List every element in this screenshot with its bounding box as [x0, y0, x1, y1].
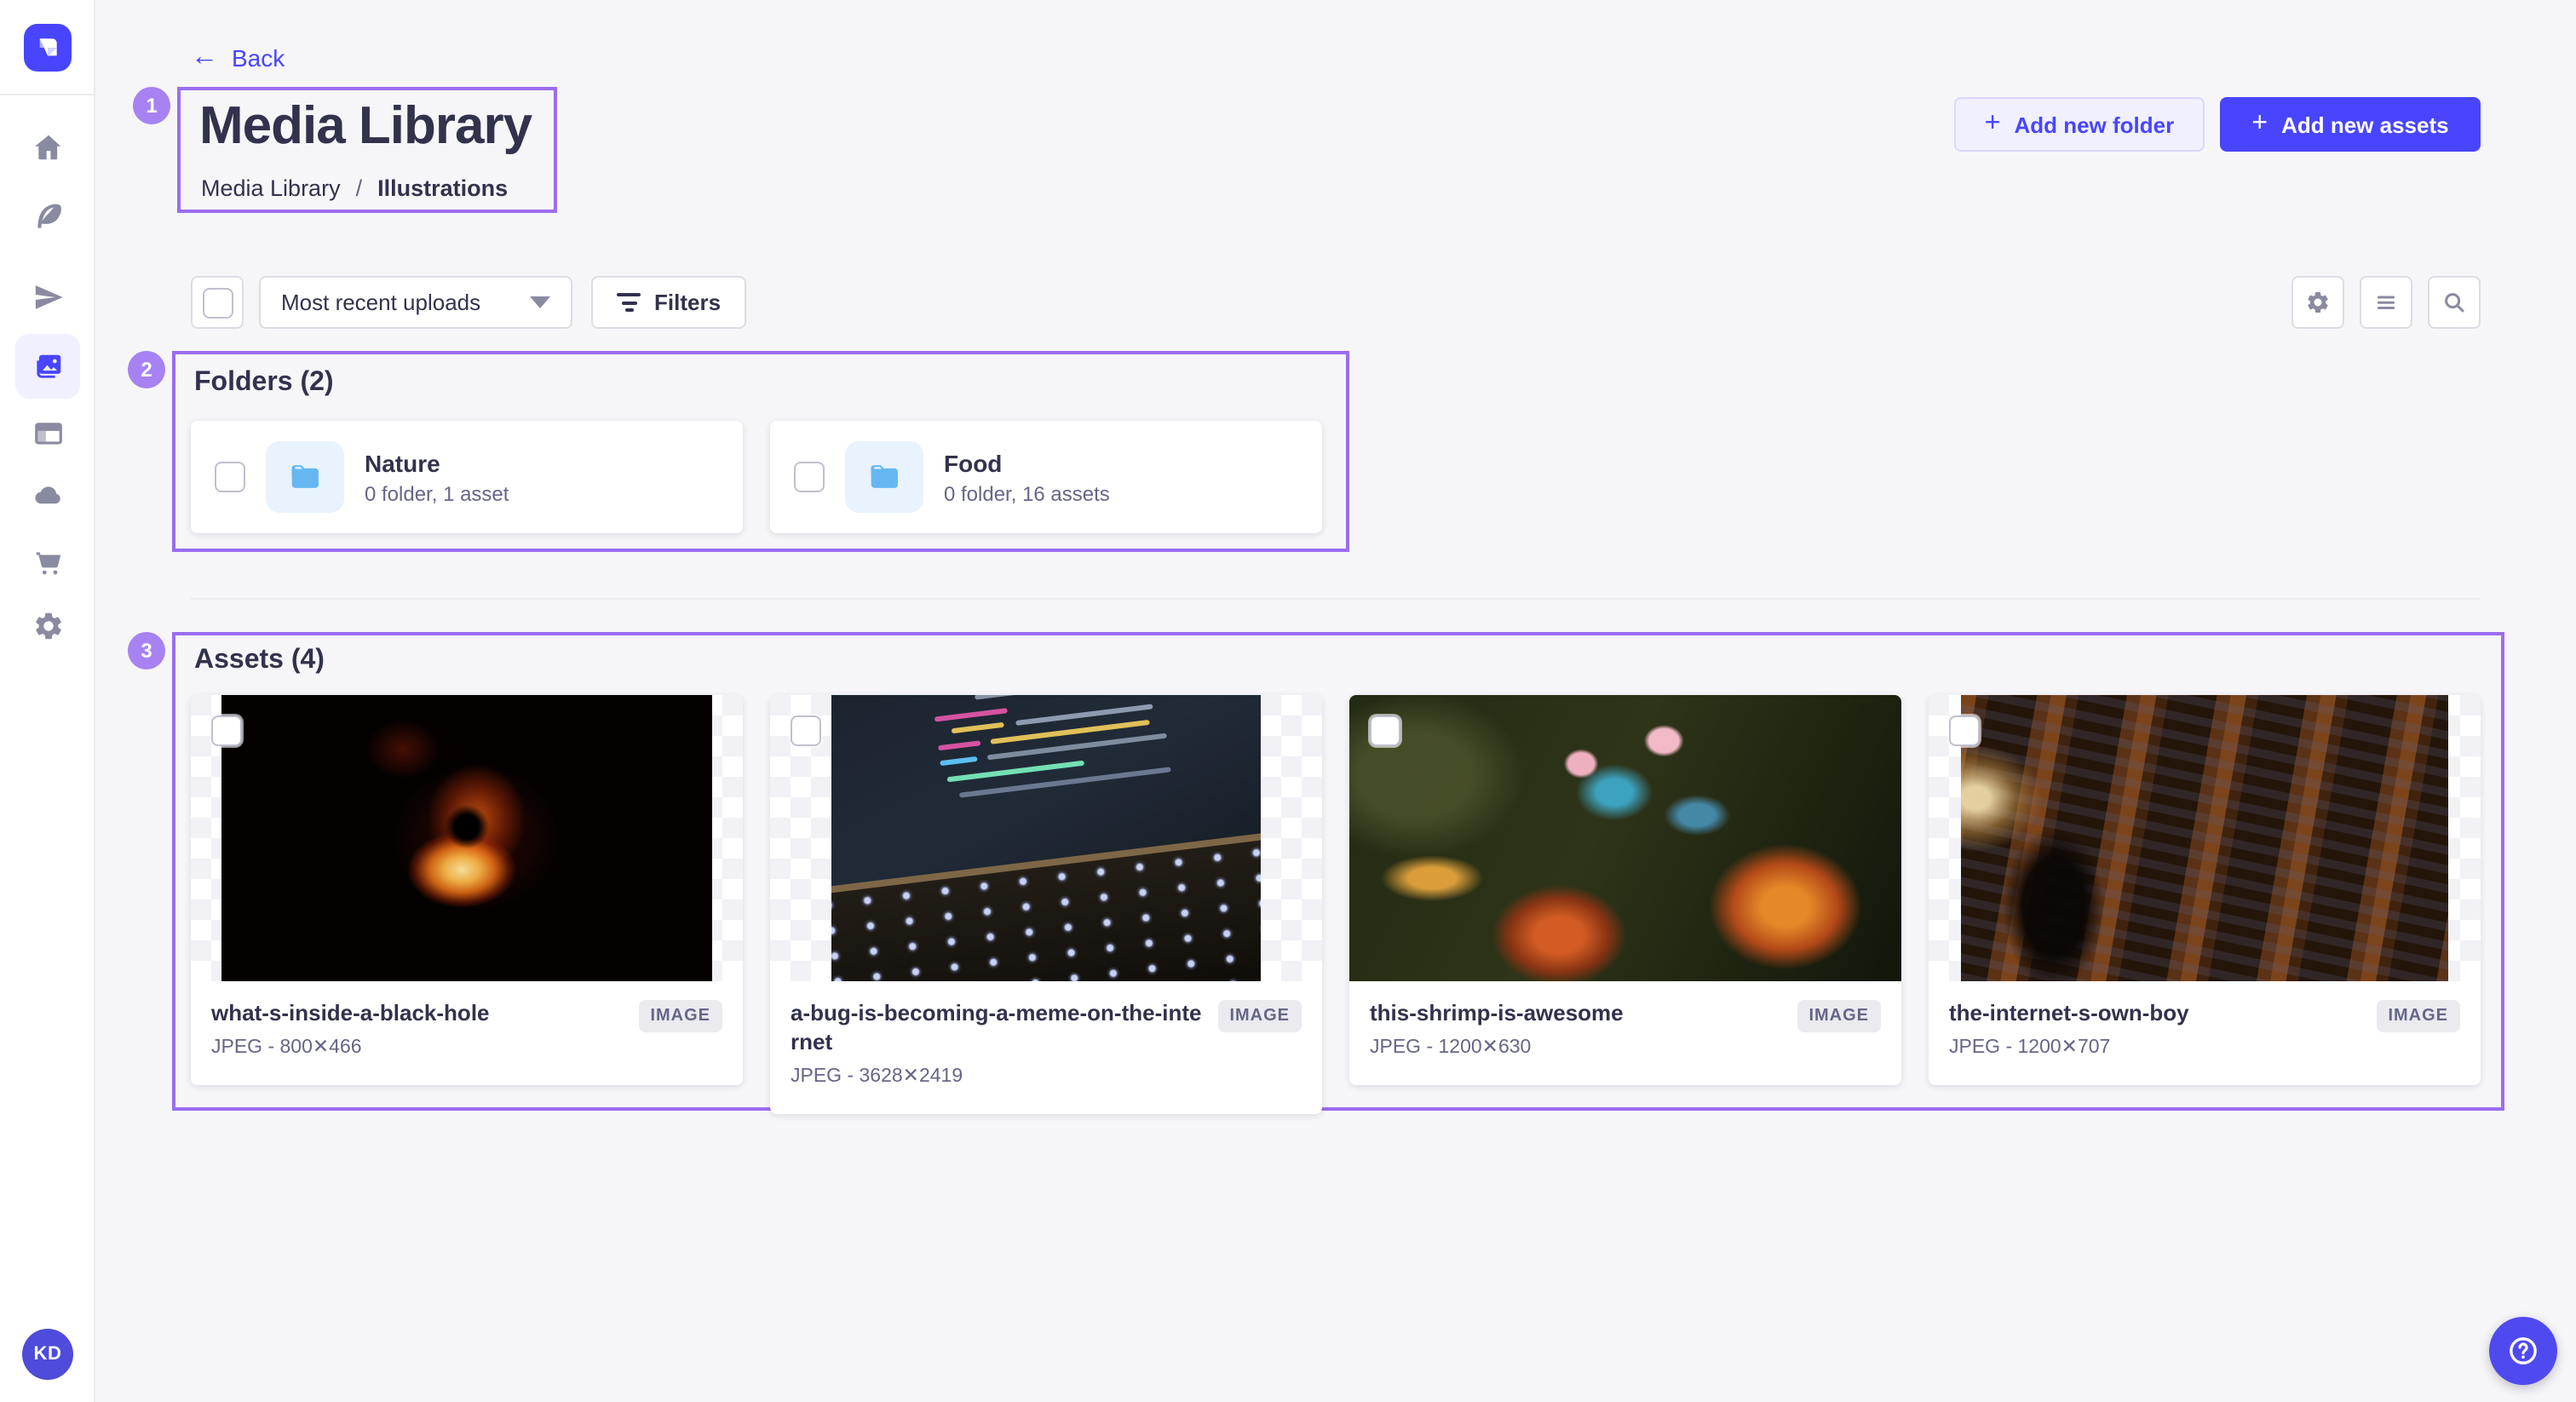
- asset-title: a-bug-is-becoming-a-meme-on-the-internet: [791, 998, 1204, 1056]
- back-button[interactable]: ← Back: [191, 44, 285, 72]
- plus-icon: +: [2251, 110, 2268, 137]
- breadcrumb-separator: /: [356, 175, 363, 201]
- layout-icon: [32, 417, 64, 449]
- question-mark-icon: [2506, 1334, 2540, 1368]
- home-icon: [32, 130, 64, 163]
- asset-checkbox[interactable]: [1949, 715, 1980, 746]
- filters-button[interactable]: Filters: [591, 276, 746, 329]
- add-new-assets-label: Add new assets: [2281, 112, 2449, 137]
- folders-heading: Folders (2): [194, 368, 334, 399]
- paper-plane-icon: [32, 280, 64, 313]
- annotation-box-1: 1 Media Library Media Library / Illustra…: [177, 87, 557, 213]
- select-all-checkbox[interactable]: [202, 287, 233, 318]
- asset-title: the-internet-s-own-boy: [1949, 998, 2362, 1027]
- section-divider: [191, 598, 2481, 600]
- user-avatar[interactable]: KD: [22, 1329, 73, 1380]
- sidebar-item-marketplace[interactable]: [15, 530, 80, 595]
- asset-title: this-shrimp-is-awesome: [1370, 998, 1783, 1027]
- annotation-badge-2: 2: [128, 351, 165, 388]
- library-photo: [1961, 695, 2448, 981]
- cloud-icon: [32, 478, 64, 510]
- app-root: KD ← Back 1 Media Library Media Library …: [0, 0, 2576, 1402]
- view-settings-button[interactable]: [2291, 276, 2344, 329]
- sidebar: KD: [0, 0, 95, 1402]
- folder-name: Food: [944, 449, 1298, 476]
- add-new-folder-button[interactable]: + Add new folder: [1954, 97, 2205, 152]
- select-all-checkbox-button[interactable]: [191, 276, 244, 329]
- annotation-badge-1: 1: [133, 87, 170, 124]
- strapi-logo[interactable]: [23, 23, 71, 71]
- asset-card-internets-own-boy[interactable]: the-internet-s-own-boy JPEG - 1200✕707 I…: [1929, 695, 2481, 1085]
- asset-card-shrimp[interactable]: this-shrimp-is-awesome JPEG - 1200✕630 I…: [1349, 695, 1901, 1085]
- asset-thumbnail: [1929, 695, 2481, 981]
- folder-meta: 0 folder, 1 asset: [365, 481, 719, 505]
- breadcrumb-current: Illustrations: [377, 175, 508, 201]
- folder-name: Nature: [365, 449, 719, 476]
- cart-icon: [32, 546, 64, 578]
- asset-title: what-s-inside-a-black-hole: [211, 998, 624, 1027]
- add-new-folder-label: Add new folder: [2014, 112, 2174, 137]
- asset-checkbox[interactable]: [1370, 715, 1400, 746]
- sidebar-item-settings[interactable]: [15, 593, 80, 658]
- folder-icon-tile: [845, 441, 923, 513]
- filter-icon: [617, 293, 641, 312]
- list-view-icon: [2373, 290, 2399, 315]
- asset-meta: JPEG - 1200✕707: [1949, 1034, 2362, 1058]
- asset-card-black-hole[interactable]: what-s-inside-a-black-hole JPEG - 800✕46…: [191, 695, 743, 1085]
- sidebar-item-media-library[interactable]: [15, 334, 80, 399]
- plus-icon: +: [1985, 110, 2001, 137]
- sidebar-item-deploy[interactable]: [15, 462, 80, 526]
- laptop-code-photo: [831, 695, 1261, 981]
- annotation-badge-3: 3: [128, 632, 165, 669]
- back-arrow-icon: ←: [191, 44, 218, 72]
- assets-heading: Assets (4): [194, 646, 325, 676]
- logo-container: [0, 0, 94, 95]
- asset-thumbnail: [1349, 695, 1901, 981]
- breadcrumb: Media Library / Illustrations: [201, 175, 508, 201]
- folder-card-food[interactable]: Food 0 folder, 16 assets: [770, 421, 1322, 533]
- strapi-logo-glyph: [33, 33, 60, 60]
- media-library-icon: [32, 350, 64, 382]
- asset-type-badge: IMAGE: [1797, 1000, 1881, 1032]
- back-label: Back: [232, 44, 285, 72]
- gear-icon: [32, 609, 64, 641]
- help-button[interactable]: [2489, 1317, 2557, 1385]
- asset-type-badge: IMAGE: [638, 1000, 722, 1032]
- folder-meta: 0 folder, 16 assets: [944, 481, 1298, 505]
- settings-icon: [2305, 290, 2331, 315]
- black-hole-photo: [221, 695, 712, 981]
- asset-meta: JPEG - 800✕466: [211, 1034, 624, 1058]
- folder-icon: [865, 458, 903, 496]
- asset-thumbnail: [770, 695, 1322, 981]
- folder-checkbox[interactable]: [794, 462, 825, 492]
- sidebar-item-content-manager[interactable]: [15, 184, 80, 249]
- asset-type-badge: IMAGE: [1217, 1000, 1302, 1032]
- asset-card-bug-meme[interactable]: a-bug-is-becoming-a-meme-on-the-internet…: [770, 695, 1322, 1114]
- sidebar-item-content-type-builder[interactable]: [15, 400, 80, 465]
- asset-meta: JPEG - 1200✕630: [1370, 1034, 1783, 1058]
- page-title: Media Library: [199, 95, 532, 157]
- sort-select[interactable]: Most recent uploads: [259, 276, 572, 329]
- list-view-button[interactable]: [2360, 276, 2412, 329]
- add-new-assets-button[interactable]: + Add new assets: [2220, 97, 2481, 152]
- folder-icon-tile: [266, 441, 344, 513]
- sidebar-item-releases[interactable]: [15, 264, 80, 329]
- mantis-shrimp-photo: [1349, 695, 1901, 981]
- chevron-down-icon: [530, 296, 550, 308]
- asset-thumbnail: [191, 695, 743, 981]
- filters-label: Filters: [654, 290, 721, 315]
- folder-card-nature[interactable]: Nature 0 folder, 1 asset: [191, 421, 743, 533]
- folder-checkbox[interactable]: [215, 462, 245, 492]
- feather-icon: [32, 200, 64, 233]
- asset-meta: JPEG - 3628✕2419: [791, 1063, 1204, 1087]
- folder-icon: [286, 458, 324, 496]
- search-icon: [2441, 290, 2467, 315]
- asset-checkbox[interactable]: [211, 715, 242, 746]
- search-button[interactable]: [2428, 276, 2481, 329]
- asset-checkbox[interactable]: [791, 715, 821, 746]
- sidebar-item-home[interactable]: [15, 114, 80, 179]
- breadcrumb-root[interactable]: Media Library: [201, 175, 341, 201]
- asset-type-badge: IMAGE: [2376, 1000, 2460, 1032]
- sort-select-value: Most recent uploads: [281, 290, 480, 315]
